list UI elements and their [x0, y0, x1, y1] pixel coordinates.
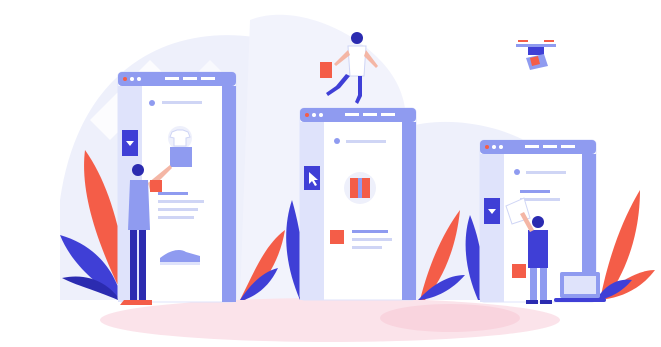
product-box-icon — [344, 172, 376, 204]
window-sidebar — [480, 154, 504, 302]
window-sidebar — [300, 122, 324, 300]
ecommerce-illustration — [60, 14, 655, 342]
image-placeholder — [330, 230, 344, 244]
drone-delivery-icon — [516, 40, 556, 70]
laptop-icon — [554, 272, 606, 302]
tshirt-icon — [168, 126, 192, 150]
browser-window-center — [299, 107, 417, 301]
image-placeholder — [512, 264, 526, 278]
image-placeholder — [170, 147, 192, 167]
